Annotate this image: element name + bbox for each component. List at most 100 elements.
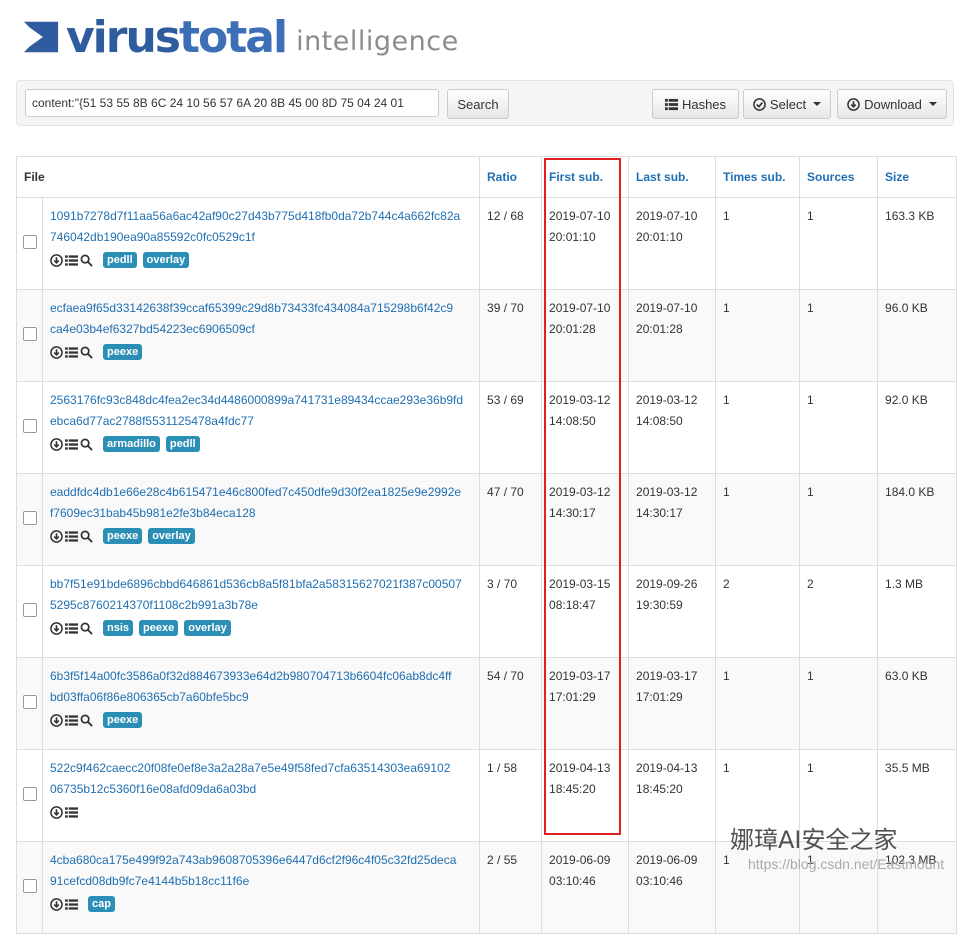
row-select-cell xyxy=(16,381,43,474)
search-icon[interactable] xyxy=(80,530,93,543)
sources-cell: 1 xyxy=(799,657,879,750)
file-hash-link[interactable]: eaddfdc4db1e66e28c4b615471e46c800fed7c45… xyxy=(50,482,472,524)
file-actions: cap xyxy=(50,894,472,914)
first-sub-cell: 2019-03-17 17:01:29 xyxy=(541,657,630,750)
file-hash-link[interactable]: 4cba680ca175e499f92a743ab9608705396e6447… xyxy=(50,850,472,892)
size-cell: 92.0 KB xyxy=(877,381,958,474)
file-tag[interactable]: overlay xyxy=(142,252,190,268)
sources-cell: 1 xyxy=(799,197,879,290)
file-hash-link[interactable]: 522c9f462caecc20f08fe0ef8e3a2a28a7e5e49f… xyxy=(50,758,472,800)
column-header-first-sub[interactable]: First sub. xyxy=(541,156,630,198)
times-sub-cell: 1 xyxy=(715,473,801,566)
file-actions: nsis peexe overlay xyxy=(50,618,472,638)
list-icon[interactable] xyxy=(65,898,78,911)
file-cell: bb7f51e91bde6896cbbd646861d536cb8a5f81bf… xyxy=(41,565,481,658)
list-icon[interactable] xyxy=(65,438,78,451)
row-checkbox[interactable] xyxy=(22,419,37,433)
file-actions: pedll overlay xyxy=(50,250,472,270)
column-header-last-sub[interactable]: Last sub. xyxy=(628,156,717,198)
download-icon[interactable] xyxy=(50,713,63,727)
row-checkbox[interactable] xyxy=(22,511,37,525)
file-tag[interactable]: overlay xyxy=(184,620,231,636)
file-tag[interactable]: peexe xyxy=(103,712,143,728)
row-checkbox[interactable] xyxy=(22,235,37,249)
list-icon[interactable] xyxy=(65,806,78,819)
list-icon[interactable] xyxy=(65,622,78,635)
select-button[interactable]: Select xyxy=(743,89,831,119)
list-icon[interactable] xyxy=(65,714,78,727)
file-tag[interactable]: peexe xyxy=(139,620,179,636)
file-tag[interactable]: armadillo xyxy=(103,436,160,452)
first-sub-cell: 2019-03-12 14:30:17 xyxy=(541,473,630,566)
last-sub-cell: 2019-06-09 03:10:46 xyxy=(628,841,717,934)
file-hash-link[interactable]: ecfaea9f65d33142638f39ccaf65399c29d8b734… xyxy=(50,298,472,340)
file-cell: 522c9f462caecc20f08fe0ef8e3a2a28a7e5e49f… xyxy=(41,749,481,842)
search-icon[interactable] xyxy=(80,622,93,635)
search-input[interactable] xyxy=(25,89,439,117)
search-icon[interactable] xyxy=(80,714,93,727)
sources-cell: 1 xyxy=(799,381,879,474)
file-actions: peexe xyxy=(50,342,472,362)
table-row: eaddfdc4db1e66e28c4b615471e46c800fed7c45… xyxy=(16,473,958,566)
hashes-button[interactable]: Hashes xyxy=(652,89,739,119)
download-icon[interactable] xyxy=(50,529,63,543)
virustotal-logo-icon xyxy=(23,21,59,53)
times-sub-cell: 1 xyxy=(715,381,801,474)
search-icon[interactable] xyxy=(80,438,93,451)
download-icon[interactable] xyxy=(50,621,63,635)
file-actions xyxy=(50,802,472,822)
list-icon[interactable] xyxy=(65,254,78,267)
file-tag[interactable]: peexe xyxy=(103,528,143,544)
file-hash-link[interactable]: 1091b7278d7f11aa56a6ac42af90c27d43b775d4… xyxy=(50,206,472,248)
size-cell: 63.0 KB xyxy=(877,657,958,750)
list-icon[interactable] xyxy=(65,346,78,359)
search-button[interactable]: Search xyxy=(447,89,509,119)
table-row: 2563176fc93c848dc4fea2ec34d4486000899a74… xyxy=(16,381,958,474)
file-cell: 6b3f5f14a00fc3586a0f32d884673933e64d2b98… xyxy=(41,657,481,750)
file-hash-link[interactable]: 2563176fc93c848dc4fea2ec34d4486000899a74… xyxy=(50,390,472,432)
file-tag[interactable]: pedll xyxy=(165,436,200,452)
results-table: File Ratio First sub. Last sub. Times su… xyxy=(15,156,958,934)
file-tag[interactable]: overlay xyxy=(148,528,195,544)
list-icon xyxy=(664,98,678,110)
search-icon[interactable] xyxy=(80,346,93,359)
search-button-label: Search xyxy=(457,96,499,112)
file-tag[interactable]: cap xyxy=(88,896,115,912)
search-icon[interactable] xyxy=(80,254,93,267)
table-row: bb7f51e91bde6896cbbd646861d536cb8a5f81bf… xyxy=(16,565,958,658)
ratio-cell: 47 / 70 xyxy=(479,473,543,566)
hashes-button-label: Hashes xyxy=(681,96,727,112)
file-tag[interactable]: nsis xyxy=(103,620,134,636)
file-actions: armadillo pedll xyxy=(50,434,472,454)
row-checkbox[interactable] xyxy=(22,603,37,617)
file-cell: ecfaea9f65d33142638f39ccaf65399c29d8b734… xyxy=(41,289,481,382)
row-select-cell xyxy=(16,657,43,750)
download-icon[interactable] xyxy=(50,897,63,911)
row-checkbox[interactable] xyxy=(22,327,37,341)
list-icon[interactable] xyxy=(65,530,78,543)
download-icon[interactable] xyxy=(50,345,63,359)
first-sub-cell: 2019-07-10 20:01:10 xyxy=(541,197,630,290)
file-hash-link[interactable]: bb7f51e91bde6896cbbd646861d536cb8a5f81bf… xyxy=(50,574,472,616)
column-header-times-sub[interactable]: Times sub. xyxy=(715,156,801,198)
column-header-ratio[interactable]: Ratio xyxy=(479,156,543,198)
chevron-down-icon xyxy=(928,102,937,106)
row-select-cell xyxy=(16,473,43,566)
size-cell: 184.0 KB xyxy=(877,473,958,566)
row-checkbox[interactable] xyxy=(22,695,37,709)
virustotal-logo[interactable]: virustotal intelligence xyxy=(22,12,459,60)
file-tag[interactable]: pedll xyxy=(103,252,137,268)
column-header-size[interactable]: Size xyxy=(877,156,958,198)
watermark-text: 娜璋AI安全之家 xyxy=(730,826,898,854)
file-hash-link[interactable]: 6b3f5f14a00fc3586a0f32d884673933e64d2b98… xyxy=(50,666,472,708)
download-icon[interactable] xyxy=(50,253,63,267)
file-tag[interactable]: peexe xyxy=(103,344,143,360)
row-checkbox[interactable] xyxy=(22,787,37,801)
row-select-cell xyxy=(16,197,43,290)
row-checkbox[interactable] xyxy=(22,879,37,893)
chevron-down-icon xyxy=(813,102,822,106)
column-header-sources[interactable]: Sources xyxy=(799,156,879,198)
download-button[interactable]: Download xyxy=(837,89,947,119)
download-icon[interactable] xyxy=(50,437,63,451)
download-icon[interactable] xyxy=(50,805,63,819)
